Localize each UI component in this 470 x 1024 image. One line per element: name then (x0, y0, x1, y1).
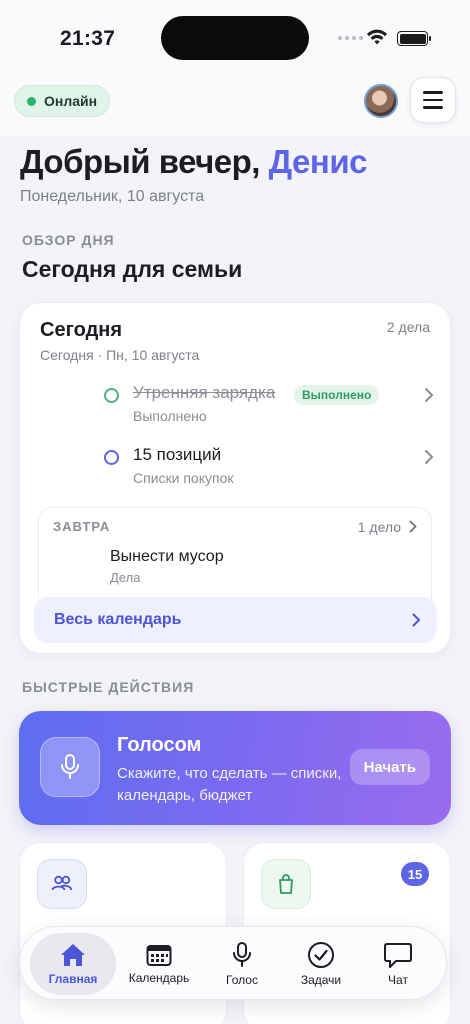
task-done-circle-icon (104, 388, 119, 403)
chat-icon (384, 943, 412, 968)
online-label: Онлайн (44, 93, 98, 109)
dynamic-island (161, 16, 309, 60)
wifi-icon (367, 29, 387, 45)
tab-tasks[interactable]: Задачи (290, 933, 352, 995)
overview-section-label: ОБЗОР ДНЯ (22, 232, 115, 248)
task-subtitle: Списки покупок (133, 470, 234, 486)
greeting-prefix: Добрый вечер, (20, 143, 260, 180)
count-badge: 15 (401, 862, 429, 886)
tab-label: Задачи (300, 973, 342, 987)
menu-icon (423, 91, 443, 94)
quick-actions-section-label: БЫСТРЫЕ ДЕЙСТВИЯ (22, 679, 195, 695)
task-title: 15 позиций (133, 445, 222, 464)
greeting-date: Понедельник, 10 августа (20, 188, 205, 205)
overview-title: Сегодня для семьи (22, 256, 243, 282)
tomorrow-task-subtitle: Дела (110, 570, 141, 585)
tab-bar: Главная Календарь Голос Задачи Чат (19, 926, 447, 1000)
tab-label: Календарь (128, 971, 190, 985)
tomorrow-label: ЗАВТРА (53, 519, 111, 534)
greeting-name: Денис (268, 143, 368, 180)
chevron-right-icon (425, 450, 434, 464)
home-icon (61, 944, 85, 966)
today-card-count: 2 дела (386, 319, 430, 335)
tab-calendar[interactable]: Календарь (124, 933, 194, 995)
today-card-title: Сегодня (40, 319, 123, 341)
task-subtitle: Выполнено (133, 408, 207, 424)
task-open-circle-icon (104, 450, 119, 465)
chevron-right-icon (412, 613, 421, 627)
tab-label: Главная (48, 972, 98, 986)
today-card-subtitle: Сегодня · Пн, 10 августа (40, 347, 200, 363)
status-time: 21:37 (60, 27, 116, 50)
top-bar: Онлайн (0, 80, 470, 136)
mic-icon (40, 737, 100, 797)
tomorrow-count: 1 дело (357, 519, 401, 535)
mic-icon (233, 942, 251, 967)
people-icon (37, 859, 87, 909)
tab-home[interactable]: Главная (30, 933, 116, 995)
tomorrow-section[interactable]: ЗАВТРА 1 дело Вынести мусор Дела (38, 507, 432, 599)
battery-icon (397, 31, 431, 46)
online-dot-icon (27, 96, 36, 106)
shopping-bag-icon (261, 859, 311, 909)
all-calendar-label: Весь календарь (54, 611, 182, 628)
all-calendar-button[interactable]: Весь календарь (34, 597, 437, 643)
menu-button[interactable] (410, 77, 456, 123)
task-item[interactable]: 15 позиций Списки покупок (104, 445, 434, 493)
chevron-right-icon (409, 520, 417, 533)
tab-chat[interactable]: Чат (372, 933, 424, 995)
cellular-signal-icon (338, 36, 363, 40)
greeting-title: Добрый вечер, Денис (20, 143, 367, 181)
tomorrow-task-title: Вынести мусор (110, 548, 224, 565)
online-status-badge: Онлайн (14, 85, 111, 117)
tab-label: Голос (226, 973, 258, 987)
avatar[interactable] (364, 84, 398, 118)
tab-voice[interactable]: Голос (214, 933, 270, 995)
voice-description: Скажите, что сделать — списки, календарь… (117, 765, 342, 804)
calendar-icon (146, 945, 172, 966)
tab-label: Чат (388, 973, 408, 987)
voice-action-card[interactable]: Голосом Скажите, что сделать — списки, к… (19, 711, 451, 825)
voice-start-button[interactable]: Начать (349, 749, 430, 785)
voice-title: Голосом (117, 734, 202, 756)
task-done-badge: Выполнено (294, 385, 380, 405)
status-bar: 21:37 (0, 0, 470, 80)
task-title: Утренняя зарядка (133, 383, 276, 402)
chevron-right-icon (425, 388, 434, 402)
today-card[interactable]: Сегодня 2 дела Сегодня · Пн, 10 августа … (19, 302, 451, 654)
task-item[interactable]: Утренняя зарядка Выполнено Выполнено (104, 383, 434, 431)
check-circle-icon (308, 942, 334, 968)
